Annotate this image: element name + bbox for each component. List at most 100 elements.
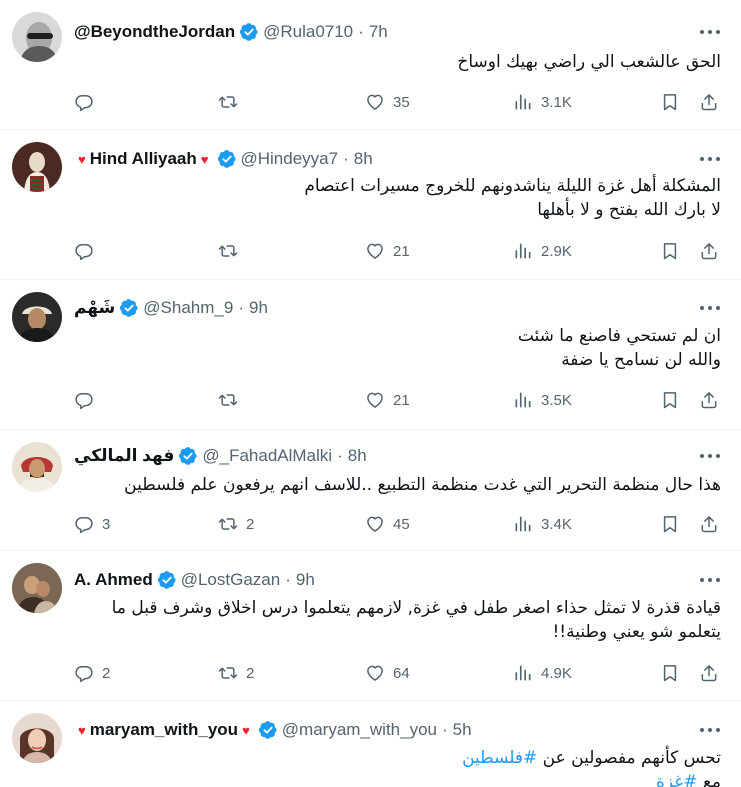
avatar[interactable] (12, 142, 62, 192)
reply-button[interactable] (74, 91, 102, 113)
separator-dot: · (285, 570, 291, 589)
retweet-icon (218, 514, 238, 534)
bookmark-button[interactable] (660, 662, 680, 684)
tweet[interactable]: @BeyondtheJordan @Rula0710 · 7h الحق عال… (0, 0, 741, 130)
avatar[interactable] (12, 12, 62, 62)
like-button[interactable]: 21 (365, 240, 410, 262)
share-button[interactable] (699, 513, 719, 535)
views-count: 4.9K (541, 664, 572, 682)
views-count: 3.5K (541, 391, 572, 409)
like-button[interactable]: 35 (365, 91, 410, 113)
retweet-icon (218, 241, 238, 261)
verified-badge-icon (258, 720, 278, 740)
separator-dot: · (337, 446, 343, 465)
like-icon (365, 241, 385, 261)
more-icon[interactable] (699, 22, 721, 42)
bookmark-button[interactable] (660, 240, 680, 262)
bookmark-button[interactable] (660, 91, 680, 113)
tweet-text: الحق عالشعب الي راضي بهيك اوساخ (74, 50, 721, 74)
hashtag-link[interactable]: #غزة (656, 772, 697, 787)
tweet-text-line: هذا حال منظمة التحرير التي غدت منظمة الت… (124, 475, 721, 495)
like-button[interactable]: 21 (365, 389, 410, 411)
heart-emoji: ♥ (242, 722, 250, 738)
tweet[interactable]: A. Ahmed @LostGazan · 9h قيادة قذرة لا ت… (0, 551, 741, 701)
views-button[interactable]: 3.5K (513, 389, 572, 411)
avatar[interactable] (12, 563, 62, 613)
display-name[interactable]: فهد المالكي (74, 446, 174, 466)
retweet-count: 2 (246, 664, 255, 682)
share-button[interactable] (699, 662, 719, 684)
more-icon[interactable] (699, 570, 721, 590)
display-name[interactable]: A. Ahmed (74, 570, 153, 590)
tweet[interactable]: ♥ maryam_with_you ♥ @maryam_with_you · 5… (0, 701, 741, 787)
display-name[interactable]: شَهْم (74, 298, 115, 318)
tweet-header: A. Ahmed @LostGazan · 9h (74, 568, 315, 592)
retweet-button[interactable] (218, 91, 246, 113)
like-button[interactable]: 45 (365, 513, 410, 535)
bookmark-icon (660, 663, 680, 683)
like-count: 45 (393, 515, 410, 533)
handle[interactable]: @LostGazan (181, 570, 280, 590)
like-icon (365, 390, 385, 410)
bookmark-button[interactable] (660, 389, 680, 411)
display-name[interactable]: @BeyondtheJordan (74, 22, 235, 42)
display-name[interactable]: maryam_with_you (90, 720, 238, 740)
share-button[interactable] (699, 91, 719, 113)
views-icon (513, 390, 533, 410)
more-icon[interactable] (699, 149, 721, 169)
avatar[interactable] (12, 713, 62, 763)
handle[interactable]: @Hindeyya7 (241, 149, 339, 169)
like-count: 21 (393, 242, 410, 260)
verified-badge-icon (119, 298, 139, 318)
views-button[interactable]: 3.4K (513, 513, 572, 535)
verified-badge-icon (178, 446, 198, 466)
timestamp[interactable]: 7h (369, 22, 388, 42)
more-icon[interactable] (699, 446, 721, 466)
retweet-button[interactable] (218, 240, 246, 262)
verified-badge-icon (217, 149, 237, 169)
verified-badge-icon (157, 570, 177, 590)
action-bar: 3 2 45 3.4K (74, 513, 724, 535)
more-icon[interactable] (699, 298, 721, 318)
handle[interactable]: @Shahm_9 (143, 298, 233, 318)
tweet-header: @BeyondtheJordan @Rula0710 · 7h (74, 20, 388, 44)
reply-button[interactable]: 3 (74, 513, 110, 535)
timestamp[interactable]: 9h (249, 298, 268, 318)
timestamp[interactable]: 8h (348, 446, 367, 466)
tweet[interactable]: فهد المالكي @_FahadAlMalki · 8h هذا حال … (0, 430, 741, 551)
action-bar: 21 2.9K (74, 240, 724, 262)
more-icon[interactable] (699, 720, 721, 740)
action-bar: 21 3.5K (74, 389, 724, 411)
hashtag-link[interactable]: #فلسطين (462, 748, 537, 768)
handle[interactable]: @_FahadAlMalki (202, 446, 332, 466)
avatar[interactable] (12, 442, 62, 492)
reply-button[interactable] (74, 240, 102, 262)
views-icon (513, 514, 533, 534)
reply-count: 2 (102, 664, 111, 682)
tweet-header: شَهْم @Shahm_9 · 9h (74, 296, 268, 320)
timestamp[interactable]: 8h (354, 149, 373, 169)
handle[interactable]: @Rula0710 (263, 22, 353, 42)
tweet[interactable]: شَهْم @Shahm_9 · 9h ان لم تستحي فاصنع ما… (0, 280, 741, 430)
share-icon (699, 92, 719, 112)
timestamp[interactable]: 9h (296, 570, 315, 590)
retweet-button[interactable]: 2 (218, 662, 254, 684)
avatar[interactable] (12, 292, 62, 342)
like-button[interactable]: 64 (365, 662, 410, 684)
bookmark-button[interactable] (660, 513, 680, 535)
reply-button[interactable] (74, 389, 102, 411)
tweet[interactable]: ♥ Hind Alliyaah ♥ @Hindeyya7 · 8h المشكل… (0, 130, 741, 280)
tweet-text-line: مع #غزة (74, 770, 721, 787)
share-button[interactable] (699, 240, 719, 262)
views-button[interactable]: 2.9K (513, 240, 572, 262)
timestamp[interactable]: 5h (453, 720, 472, 740)
share-button[interactable] (699, 389, 719, 411)
views-button[interactable]: 4.9K (513, 662, 572, 684)
bookmark-icon (660, 514, 680, 534)
retweet-button[interactable]: 2 (218, 513, 254, 535)
handle[interactable]: @maryam_with_you (282, 720, 437, 740)
display-name[interactable]: Hind Alliyaah (90, 149, 197, 169)
reply-button[interactable]: 2 (74, 662, 110, 684)
retweet-button[interactable] (218, 389, 246, 411)
views-button[interactable]: 3.1K (513, 91, 572, 113)
